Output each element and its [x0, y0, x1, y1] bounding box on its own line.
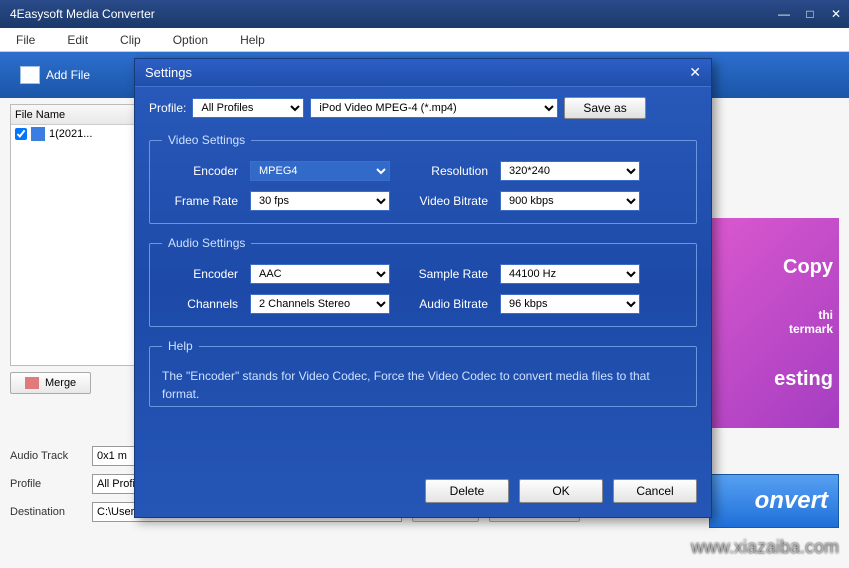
- dialog-close-button[interactable]: ✕: [689, 64, 701, 81]
- dialog-titlebar: Settings ✕: [135, 59, 711, 87]
- frame-rate-select[interactable]: 30 fps: [250, 191, 390, 211]
- video-legend: Video Settings: [162, 133, 251, 147]
- help-text: The "Encoder" stands for Video Codec, Fo…: [162, 367, 684, 403]
- video-encoder-select[interactable]: MPEG4: [250, 161, 390, 181]
- profile-select[interactable]: iPod Video MPEG-4 (*.mp4): [310, 98, 558, 118]
- profile-filter-select[interactable]: All Profiles: [192, 98, 304, 118]
- audio-legend: Audio Settings: [162, 236, 251, 250]
- help-fieldset: Help The "Encoder" stands for Video Code…: [149, 339, 697, 407]
- save-as-button[interactable]: Save as: [564, 97, 645, 119]
- audio-settings-fieldset: Audio Settings Encoder AAC Sample Rate 4…: [149, 236, 697, 327]
- delete-button[interactable]: Delete: [425, 479, 509, 503]
- modal-overlay: Settings ✕ Profile: All Profiles iPod Vi…: [0, 0, 849, 568]
- channels-label: Channels: [162, 297, 238, 311]
- channels-select[interactable]: 2 Channels Stereo: [250, 294, 390, 314]
- video-settings-fieldset: Video Settings Encoder MPEG4 Resolution …: [149, 133, 697, 224]
- frame-rate-label: Frame Rate: [162, 194, 238, 208]
- video-bitrate-select[interactable]: 900 kbps: [500, 191, 640, 211]
- resolution-label: Resolution: [402, 164, 488, 178]
- audio-bitrate-select[interactable]: 96 kbps: [500, 294, 640, 314]
- audio-encoder-label: Encoder: [162, 267, 238, 281]
- resolution-select[interactable]: 320*240: [500, 161, 640, 181]
- sample-rate-label: Sample Rate: [402, 267, 488, 281]
- audio-bitrate-label: Audio Bitrate: [402, 297, 488, 311]
- cancel-button[interactable]: Cancel: [613, 479, 697, 503]
- dlg-profile-label: Profile:: [149, 101, 186, 115]
- ok-button[interactable]: OK: [519, 479, 603, 503]
- help-legend: Help: [162, 339, 199, 353]
- audio-encoder-select[interactable]: AAC: [250, 264, 390, 284]
- settings-dialog: Settings ✕ Profile: All Profiles iPod Vi…: [134, 58, 712, 518]
- dialog-title: Settings: [145, 65, 689, 80]
- video-bitrate-label: Video Bitrate: [402, 194, 488, 208]
- sample-rate-select[interactable]: 44100 Hz: [500, 264, 640, 284]
- video-encoder-label: Encoder: [162, 164, 238, 178]
